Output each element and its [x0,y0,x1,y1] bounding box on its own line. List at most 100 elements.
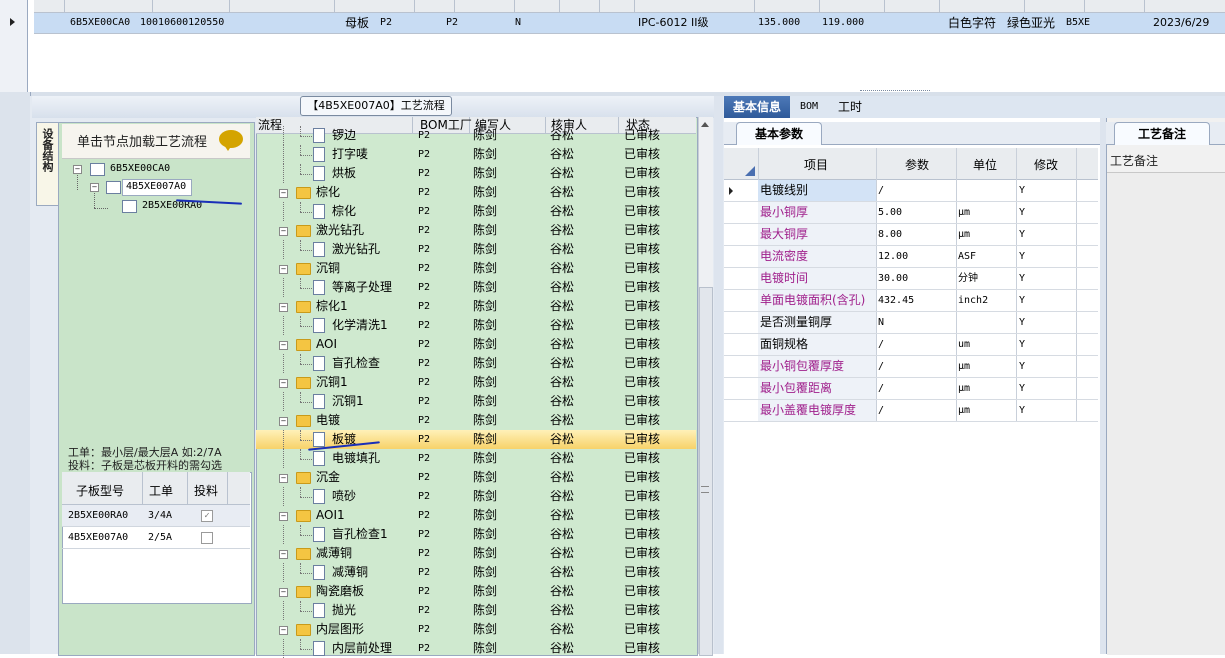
param-value[interactable]: 12.00 [878,246,908,267]
param-row[interactable]: 最大铜厚 8.00 μm Y [724,224,1098,246]
process-row[interactable]: 抛光 P2 陈剑 谷松 已审核 [256,601,696,620]
folder-icon [296,377,311,389]
param-value[interactable]: N [878,312,884,333]
tree-collapse-icon[interactable]: − [279,265,288,274]
tree-collapse-icon[interactable]: − [279,417,288,426]
process-row[interactable]: − AOI1 P2 陈剑 谷松 已审核 [256,506,696,525]
process-row[interactable]: − 减薄铜 P2 陈剑 谷松 已审核 [256,544,696,563]
process-row[interactable]: − 激光钻孔 P2 陈剑 谷松 已审核 [256,221,696,240]
param-value[interactable]: 5.00 [878,202,902,223]
process-row[interactable]: − 沉铜 P2 陈剑 谷松 已审核 [256,259,696,278]
scroll-up-arrow-icon[interactable] [701,122,709,127]
process-writer: 陈剑 [473,546,498,560]
tree-line [283,392,285,411]
params-header-value[interactable]: 参数 [905,156,929,173]
process-row[interactable]: − 棕化 P2 陈剑 谷松 已审核 [256,183,696,202]
tree-collapse-icon[interactable]: − [279,550,288,559]
tree-collapse-icon[interactable]: − [90,183,99,192]
process-row[interactable]: 棕化 P2 陈剑 谷松 已审核 [256,202,696,221]
process-row[interactable]: 减薄铜 P2 陈剑 谷松 已审核 [256,563,696,582]
tree-collapse-icon[interactable]: − [279,512,288,521]
tree-collapse-icon[interactable]: − [279,588,288,597]
process-row[interactable]: 打字唛 P2 陈剑 谷松 已审核 [256,145,696,164]
remark-textarea[interactable] [1107,172,1225,655]
process-row[interactable]: 盲孔检查1 P2 陈剑 谷松 已审核 [256,525,696,544]
param-value[interactable]: / [878,180,884,201]
vertical-splitter[interactable] [714,96,723,654]
tab-bom[interactable]: BOM [792,96,826,118]
process-row[interactable]: 盲孔检查 P2 陈剑 谷松 已审核 [256,354,696,373]
process-row[interactable]: 电镀填孔 P2 陈剑 谷松 已审核 [256,449,696,468]
process-reviewer: 谷松 [550,280,575,294]
params-header-item[interactable]: 项目 [804,156,828,173]
process-row[interactable]: 激光钻孔 P2 陈剑 谷松 已审核 [256,240,696,259]
tree-line [300,136,312,138]
tree-collapse-icon[interactable]: − [279,303,288,312]
process-factory: P2 [418,529,431,540]
sub-header-feed[interactable]: 投料 [194,482,218,499]
tree-collapse-icon[interactable]: − [279,474,288,483]
process-row[interactable]: 烘板 P2 陈剑 谷松 已审核 [256,164,696,183]
feed-checkbox-unchecked[interactable] [201,532,213,544]
top-grid-selected-row[interactable]: 6B5XE00CA0 10010600120550 母板 P2 P2 N IPC… [34,13,1225,34]
tab-basic-params[interactable]: 基本参数 [736,122,822,145]
param-row[interactable]: 面铜规格 / um Y [724,334,1098,356]
param-row[interactable]: 是否测量铜厚 N Y [724,312,1098,334]
sub-table-row[interactable]: 4B5XE007A0 2/5A [62,527,250,549]
process-row[interactable]: 锣边 P2 陈剑 谷松 已审核 [256,126,696,145]
param-value[interactable]: 432.45 [878,290,914,311]
process-row[interactable]: 沉铜1 P2 陈剑 谷松 已审核 [256,392,696,411]
param-row[interactable]: 电镀时间 30.00 分钟 Y [724,268,1098,290]
process-row[interactable]: 内层前处理 P2 陈剑 谷松 已审核 [256,639,696,658]
param-row[interactable]: 单面电镀面积(含孔) 432.45 inch2 Y [724,290,1098,312]
param-value[interactable]: / [878,356,884,377]
process-row[interactable]: − 沉金 P2 陈剑 谷松 已审核 [256,468,696,487]
process-row[interactable]: 化学清洗1 P2 陈剑 谷松 已审核 [256,316,696,335]
process-scrollbar-thumb[interactable] [699,287,713,656]
process-row[interactable]: − 电镀 P2 陈剑 谷松 已审核 [256,411,696,430]
folder-icon [296,225,311,237]
process-row[interactable]: − 沉铜1 P2 陈剑 谷松 已审核 [256,373,696,392]
tab-process-remark[interactable]: 工艺备注 [1114,122,1210,145]
tree-line [300,155,312,157]
param-edit-flag: Y [1019,405,1026,416]
tree-line [300,202,302,212]
tree-line [283,601,285,620]
param-value[interactable]: / [878,378,884,399]
param-row[interactable]: 最小铜厚 5.00 μm Y [724,202,1098,224]
process-step-name: 陶瓷磨板 [316,584,365,598]
tree-collapse-icon[interactable]: − [279,626,288,635]
feed-checkbox-checked[interactable]: ✓ [201,510,213,522]
process-row[interactable]: 喷砂 P2 陈剑 谷松 已审核 [256,487,696,506]
tree-collapse-icon[interactable]: − [279,379,288,388]
param-value[interactable]: / [878,400,884,421]
param-row[interactable]: 最小包覆距离 / μm Y [724,378,1098,400]
sub-header-model[interactable]: 子板型号 [76,482,124,499]
param-value[interactable]: / [878,334,884,355]
param-value[interactable]: 30.00 [878,268,908,289]
tree-node-root[interactable]: 6B5XE00CA0 [110,162,170,176]
param-row[interactable]: 电流密度 12.00 ASF Y [724,246,1098,268]
process-status: 已审核 [624,413,661,427]
process-row[interactable]: 板镀 P2 陈剑 谷松 已审核 [256,430,696,449]
params-header-edit[interactable]: 修改 [1034,156,1058,173]
tree-collapse-icon[interactable]: − [279,341,288,350]
process-row[interactable]: − 陶瓷磨板 P2 陈剑 谷松 已审核 [256,582,696,601]
param-row[interactable]: 最小盖覆电镀厚度 / μm Y [724,400,1098,422]
tree-collapse-icon[interactable]: − [279,189,288,198]
tree-collapse-icon[interactable]: − [279,227,288,236]
param-row[interactable]: 电镀线别 / Y [724,180,1098,202]
tab-work-hours[interactable]: 工时 [830,96,870,118]
process-row[interactable]: − 内层图形 P2 陈剑 谷松 已审核 [256,620,696,639]
param-value[interactable]: 8.00 [878,224,902,245]
process-row[interactable]: − 棕化1 P2 陈剑 谷松 已审核 [256,297,696,316]
sub-header-order[interactable]: 工单 [149,482,173,499]
params-header-unit[interactable]: 单位 [973,156,997,173]
tab-basic-info[interactable]: 基本信息 [724,96,790,118]
tree-collapse-icon[interactable]: − [73,165,82,174]
process-row[interactable]: 等离子处理 P2 陈剑 谷松 已审核 [256,278,696,297]
tree-node-selected[interactable]: 4B5XE007A0 [126,180,186,194]
param-row[interactable]: 最小铜包覆厚度 / μm Y [724,356,1098,378]
process-row[interactable]: − AOI P2 陈剑 谷松 已审核 [256,335,696,354]
sub-table-row[interactable]: 2B5XE00RA0 3/4A ✓ [62,505,250,527]
